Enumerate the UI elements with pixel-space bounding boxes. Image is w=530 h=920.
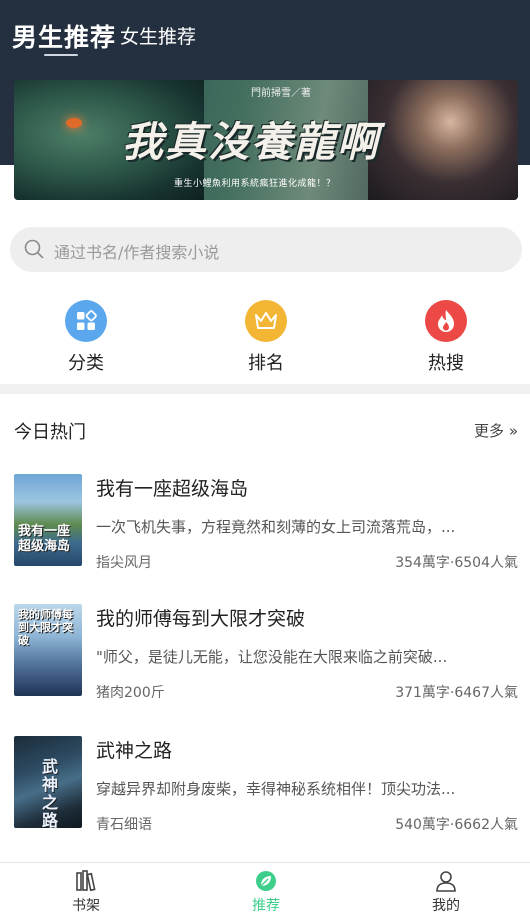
leaf-icon: [256, 871, 276, 891]
more-label: 更多: [474, 422, 505, 440]
book-description: "师父，是徒儿无能，让您没能在大限来临之前突破...: [96, 648, 448, 666]
nav-mine[interactable]: 我的: [406, 869, 486, 915]
ranking-button[interactable]: 排名: [206, 300, 326, 375]
book-cover-title: 我的师傅每到大限才突破: [18, 608, 73, 647]
banner-character-art: [368, 80, 518, 200]
hot-search-label: 热搜: [428, 353, 464, 374]
promo-banner[interactable]: 門前掃雪／著 我真沒養龍啊 重生小鯉魚利用系統瘋狂進化成龍！？: [14, 80, 518, 200]
book-stats: 354萬字·6504人氣: [395, 555, 518, 571]
book-title: 我有一座超级海岛: [96, 478, 249, 500]
nav-mine-label: 我的: [432, 898, 460, 914]
book-description: 穿越异界却附身废柴，幸得神秘系统相伴！顶尖功法...: [96, 780, 456, 798]
book-stats: 371萬字·6467人氣: [395, 685, 518, 701]
book-cover-title: 武神之路: [42, 757, 59, 829]
category-icon: [65, 300, 107, 342]
book-item[interactable]: 我有一座超级海岛 我有一座超级海岛 一次飞机失事，方程竟然和刻薄的女上司流落荒岛…: [0, 474, 530, 604]
search-icon: [24, 239, 44, 259]
book-author: 猪肉200斤: [96, 685, 165, 701]
bookshelf-icon: [76, 870, 96, 892]
search-placeholder: 通过书名/作者搜索小说: [54, 243, 220, 262]
nav-bookshelf-label: 书架: [72, 898, 100, 914]
active-tab-indicator: [44, 54, 78, 56]
more-link[interactable]: 更多 »: [474, 420, 518, 441]
book-cover: 我的师傅每到大限才突破: [14, 604, 82, 696]
tab-male-recommend[interactable]: 男生推荐: [12, 18, 116, 54]
banner-title: 我真沒養龍啊: [122, 118, 380, 166]
search-input[interactable]: 通过书名/作者搜索小说: [10, 227, 522, 272]
book-item[interactable]: 我的师傅每到大限才突破 我的师傅每到大限才突破 "师父，是徒儿无能，让您没能在大…: [0, 604, 530, 734]
nav-recommend[interactable]: 推荐: [226, 869, 306, 915]
crown-icon: [245, 300, 287, 342]
book-cover-title: 我有一座超级海岛: [18, 524, 71, 554]
tab-female-recommend[interactable]: 女生推荐: [120, 22, 196, 49]
banner-subtitle: 重生小鯉魚利用系統瘋狂進化成龍！？: [174, 179, 336, 189]
category-label: 分类: [68, 353, 104, 374]
flame-icon: [425, 300, 467, 342]
book-description: 一次飞机失事，方程竟然和刻薄的女上司流落荒岛，...: [96, 518, 456, 536]
book-title: 我的师傅每到大限才突破: [96, 608, 306, 630]
double-chevron-right-icon: »: [508, 422, 518, 440]
book-author: 指尖风月: [96, 555, 152, 571]
section-title: 今日热门: [14, 422, 86, 443]
category-button[interactable]: 分类: [26, 300, 146, 375]
hot-search-button[interactable]: 热搜: [386, 300, 506, 375]
banner-author: 門前掃雪／著: [251, 88, 311, 99]
bottom-nav: 书架 推荐 我的: [0, 862, 530, 920]
ranking-label: 排名: [248, 353, 284, 374]
book-item[interactable]: 武神之路 武神之路 穿越异界却附身废柴，幸得神秘系统相伴！顶尖功法... 青石细…: [0, 736, 530, 866]
nav-recommend-label: 推荐: [252, 898, 280, 914]
book-cover: 我有一座超级海岛: [14, 474, 82, 566]
nav-bookshelf[interactable]: 书架: [46, 869, 126, 915]
user-icon: [436, 871, 456, 892]
banner-dragon-eye: [66, 118, 82, 128]
section-divider: [0, 384, 530, 394]
book-title: 武神之路: [96, 740, 173, 762]
book-stats: 540萬字·6662人氣: [395, 817, 518, 833]
book-author: 青石细语: [96, 817, 152, 833]
book-cover: 武神之路: [14, 736, 82, 828]
